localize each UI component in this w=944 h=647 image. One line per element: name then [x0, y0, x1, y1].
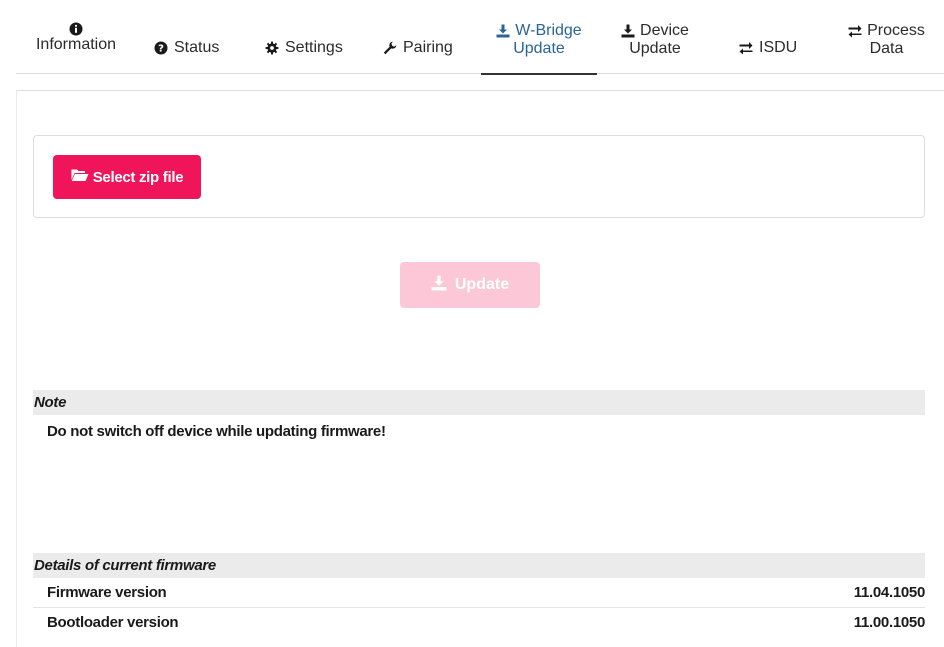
tab-information-label: Information — [35, 36, 117, 53]
wrench-icon — [383, 41, 397, 55]
folder-open-icon — [71, 168, 89, 186]
gear-icon — [265, 41, 279, 55]
firmware-heading: Details of current firmware — [33, 553, 925, 578]
tab-settings[interactable]: Settings — [265, 0, 343, 74]
tab-pairing-label: Pairing — [403, 39, 453, 56]
update-button[interactable]: Update — [400, 262, 540, 308]
tab-status[interactable]: ? Status — [154, 0, 219, 74]
tab-bar: Information ? Status Settings Pairing W-… — [16, 0, 944, 75]
tab-isdu[interactable]: ISDU — [739, 0, 797, 74]
download-icon — [496, 24, 510, 38]
firmware-row: Firmware version 11.04.1050 — [33, 578, 925, 608]
tab-wbridge-line2: Update — [513, 40, 565, 57]
firmware-row: Bootloader version 11.00.1050 — [33, 608, 925, 638]
download-icon — [621, 24, 635, 38]
exchange-arrows-icon — [848, 24, 862, 38]
update-label: Update — [454, 276, 510, 293]
question-circle-icon: ? — [154, 41, 168, 55]
tab-information[interactable]: Information — [28, 0, 124, 74]
tab-device-update[interactable]: Device Update — [614, 0, 696, 74]
file-select-box: Select zip file — [33, 135, 925, 218]
tab-process-line2: Data — [869, 40, 904, 57]
exchange-arrows-icon — [739, 41, 753, 55]
tab-device-line2: Update — [629, 40, 681, 57]
tab-device-line1: Device — [640, 22, 689, 39]
firmware-version-label: Firmware version — [47, 584, 167, 601]
select-zip-file-label: Select zip file — [92, 168, 184, 186]
firmware-version-value: 11.04.1050 — [853, 584, 926, 601]
tab-wbridge-update[interactable]: W-Bridge Update — [481, 0, 597, 75]
download-icon — [431, 275, 447, 296]
tab-status-label: Status — [174, 39, 220, 56]
tab-pairing[interactable]: Pairing — [383, 0, 453, 74]
tab-process-data[interactable]: Process Data — [839, 0, 934, 74]
tab-wbridge-line1: W-Bridge — [515, 22, 582, 39]
tab-process-line1: Process — [867, 22, 925, 39]
note-heading: Note — [33, 390, 925, 415]
note-text: Do not switch off device while updating … — [47, 423, 386, 440]
info-circle-icon — [69, 22, 83, 36]
bootloader-version-value: 11.00.1050 — [853, 614, 926, 631]
svg-text:?: ? — [158, 44, 164, 55]
select-zip-file-button[interactable]: Select zip file — [53, 155, 201, 199]
bootloader-version-label: Bootloader version — [47, 614, 179, 631]
tab-isdu-label: ISDU — [759, 39, 798, 56]
tab-settings-label: Settings — [285, 39, 343, 56]
